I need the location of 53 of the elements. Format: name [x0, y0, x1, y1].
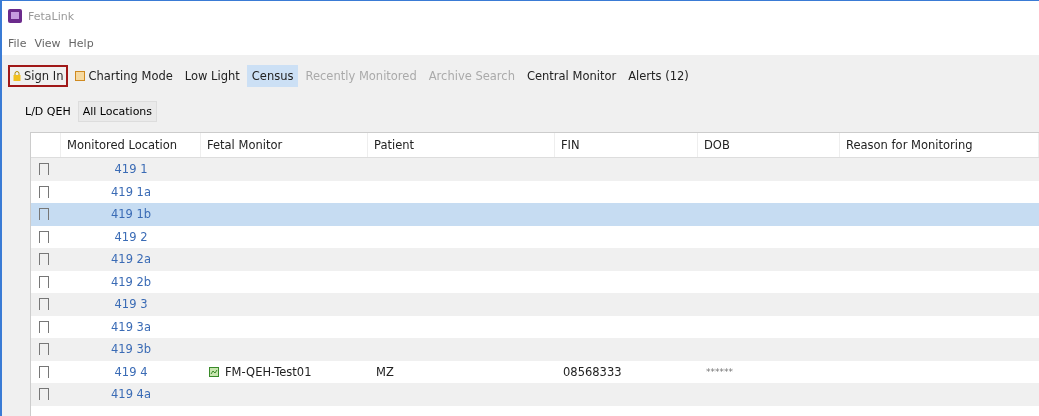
checkbox[interactable]: [39, 208, 49, 221]
column-header[interactable]: Fetal Monitor: [201, 133, 368, 157]
app-icon: [8, 9, 22, 23]
location-link[interactable]: 419 3a: [111, 319, 151, 334]
checkbox[interactable]: [39, 185, 49, 198]
table-cell: FM-QEH-Test01: [225, 364, 312, 379]
table-row[interactable]: 419 3b: [31, 338, 1039, 361]
toolbar-button[interactable]: Central Monitor: [521, 65, 622, 87]
checkbox[interactable]: [39, 343, 49, 356]
table-cell: MZ: [376, 364, 394, 379]
toolbar-button[interactable]: Census: [246, 65, 299, 87]
table-row[interactable]: 419 4a: [31, 383, 1039, 406]
checkbox[interactable]: [39, 320, 49, 333]
table-row[interactable]: 419 3: [31, 293, 1039, 316]
table-row[interactable]: 419 1: [31, 158, 1039, 181]
location-link[interactable]: 419 2a: [111, 252, 151, 267]
checkbox[interactable]: [39, 253, 49, 266]
window-title: FetaLink: [28, 9, 75, 23]
tab[interactable]: All Locations: [77, 101, 158, 122]
checkbox[interactable]: [39, 298, 49, 311]
menu-item[interactable]: View: [34, 36, 61, 50]
square-icon: [75, 71, 86, 81]
checkbox[interactable]: [39, 275, 49, 288]
lock-icon: [13, 71, 21, 81]
column-header[interactable]: FIN: [555, 133, 698, 157]
location-link[interactable]: 419 1: [114, 162, 148, 177]
toolbar-button[interactable]: Alerts (12): [623, 65, 694, 87]
checkbox[interactable]: [39, 163, 49, 176]
location-link[interactable]: 419 3b: [110, 342, 152, 357]
column-header[interactable]: Patient: [368, 133, 555, 157]
location-link[interactable]: 419 4: [114, 364, 148, 379]
toolbar-button[interactable]: Sign In: [8, 65, 69, 87]
location-link[interactable]: 419 3: [114, 297, 148, 312]
menu-item[interactable]: Help: [68, 36, 94, 50]
table-row[interactable]: 419 2a: [31, 248, 1039, 271]
table-cell: ******: [706, 366, 733, 377]
table-cell: 08568333: [563, 364, 622, 379]
checkbox[interactable]: [39, 388, 49, 401]
column-header[interactable]: Reason for Monitoring: [840, 133, 1039, 157]
location-link[interactable]: 419 1b: [110, 207, 152, 222]
location-link[interactable]: 419 2b: [110, 274, 152, 289]
checkbox[interactable]: [39, 230, 49, 243]
menu-item[interactable]: File: [8, 36, 27, 50]
toolbar-button[interactable]: Charting Mode: [70, 65, 178, 87]
location-link[interactable]: 419 1a: [111, 184, 151, 199]
table-row[interactable]: 419 1b: [31, 203, 1039, 226]
location-link[interactable]: 419 4a: [111, 387, 151, 402]
column-header[interactable]: Monitored Location: [61, 133, 201, 157]
checkbox[interactable]: [39, 365, 49, 378]
toolbar-button[interactable]: Low Light: [179, 65, 245, 87]
location-link[interactable]: 419 2: [114, 229, 148, 244]
column-header[interactable]: DOB: [698, 133, 840, 157]
monitor-icon: [209, 366, 219, 377]
